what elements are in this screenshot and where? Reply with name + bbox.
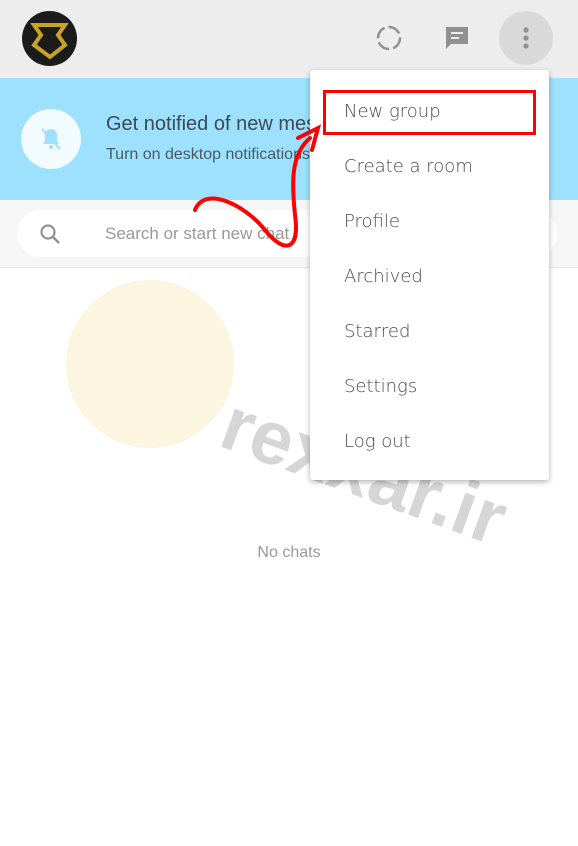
annotation-arrow — [193, 124, 322, 248]
